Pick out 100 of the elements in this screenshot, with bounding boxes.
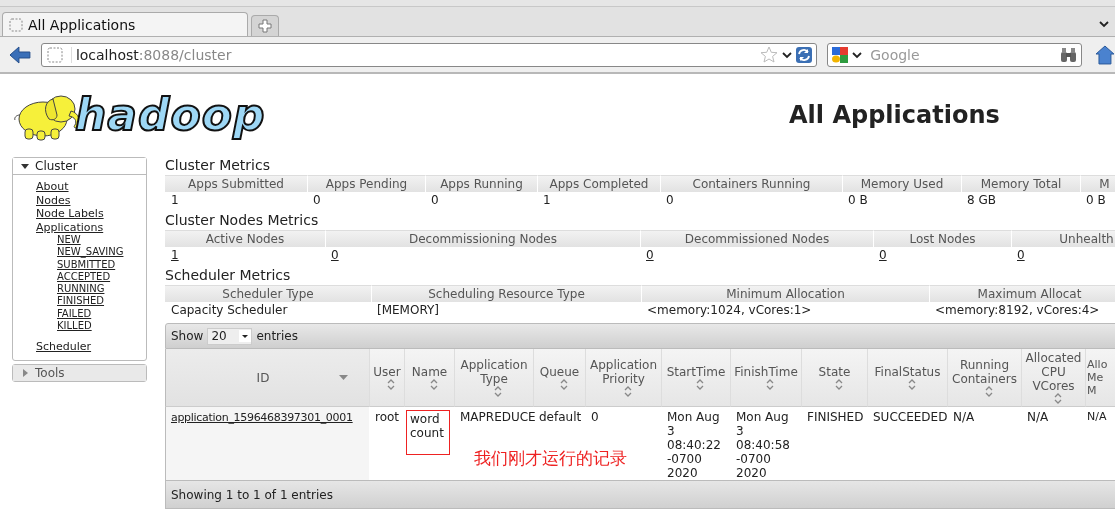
page-title: All Applications bbox=[789, 100, 1000, 129]
url-text: localhost:8088/cluster bbox=[75, 46, 232, 63]
column-header[interactable]: Running Containers bbox=[947, 349, 1021, 407]
column-header[interactable]: Queue bbox=[533, 349, 585, 407]
chevron-down-icon[interactable] bbox=[852, 50, 863, 59]
metric-value: 0 bbox=[313, 193, 321, 207]
metric-link[interactable]: 0 bbox=[331, 248, 339, 262]
sidebar-sublink[interactable]: FAILED bbox=[57, 307, 92, 321]
table-cell-text: Mon Aug 3 08:40:58 -0700 2020 bbox=[736, 410, 791, 480]
page-size-dropdown[interactable]: 20 bbox=[207, 327, 253, 345]
table-cell: MAPREDUCE bbox=[460, 410, 536, 424]
metric-value: 1 bbox=[171, 193, 179, 207]
reload-icon[interactable] bbox=[796, 46, 813, 63]
table-cell: root bbox=[375, 410, 400, 424]
sidebar-sublink[interactable]: SUBMITTED bbox=[57, 258, 116, 271]
column-header[interactable]: FinalStatus bbox=[867, 349, 947, 407]
metric-value: 0 bbox=[666, 193, 674, 207]
table-cell: default bbox=[539, 410, 582, 424]
metric-value: 0 bbox=[431, 193, 439, 207]
browser-tab[interactable]: All Applications bbox=[2, 12, 248, 36]
metric-value: 1 bbox=[543, 193, 551, 207]
section-title: Cluster Metrics bbox=[165, 156, 271, 175]
metric-link[interactable]: 0 bbox=[646, 248, 654, 262]
column-header: Containers Running bbox=[660, 175, 842, 192]
column-header[interactable]: State bbox=[801, 349, 867, 407]
sidebar-section-header[interactable]: Cluster bbox=[13, 158, 146, 175]
column-header: Active Nodes bbox=[165, 230, 325, 247]
chevron-down-icon[interactable] bbox=[782, 50, 793, 59]
metric-link[interactable]: 0 bbox=[879, 248, 887, 262]
sidebar-sublink[interactable]: FINISHED bbox=[57, 295, 105, 308]
table-cell: SUCCEEDED bbox=[873, 410, 948, 424]
column-header: Unhealth bbox=[1011, 230, 1115, 247]
column-header: Apps Running bbox=[425, 175, 537, 192]
table-cell-text: Mon Aug 3 08:40:22 -0700 2020 bbox=[667, 410, 722, 480]
entries-info: Showing 1 to 1 of 1 entries bbox=[171, 487, 333, 502]
column-header[interactable]: User bbox=[369, 349, 404, 407]
metric-link[interactable]: 0 bbox=[1017, 248, 1025, 262]
search-placeholder: Google bbox=[870, 46, 920, 63]
chevron-down-icon[interactable] bbox=[1099, 20, 1109, 28]
column-header[interactable]: Application Type bbox=[454, 349, 533, 407]
table-cell: 0 bbox=[591, 410, 599, 424]
google-icon[interactable] bbox=[832, 46, 849, 63]
table-cell: N/A bbox=[953, 410, 975, 424]
caret-down-icon bbox=[21, 162, 29, 170]
sidebar-sublink[interactable]: ACCEPTED bbox=[57, 270, 111, 284]
entries-label: entries bbox=[256, 329, 298, 343]
metric-value: <memory:1024, vCores:1> bbox=[647, 303, 812, 317]
back-icon[interactable] bbox=[9, 45, 31, 64]
metric-value: Capacity Scheduler bbox=[171, 303, 288, 317]
sidebar-link[interactable]: Node Labels bbox=[36, 207, 104, 221]
column-header[interactable]: Allocated CPU VCores bbox=[1021, 349, 1085, 407]
table-cell: FINISHED bbox=[807, 410, 864, 424]
sidebar-link[interactable]: About bbox=[36, 180, 69, 194]
metric-value: 0 B bbox=[1086, 193, 1106, 207]
column-header[interactable]: FinishTime bbox=[730, 349, 801, 407]
annotation-text: 我们刚才运行的记录 bbox=[474, 447, 627, 470]
binoculars-icon[interactable] bbox=[1060, 46, 1078, 63]
column-header: Decommissioning Nodes bbox=[325, 230, 640, 247]
metric-link[interactable]: 1 bbox=[171, 248, 179, 262]
column-header: Decommissioned Nodes bbox=[640, 230, 873, 247]
metric-value: 0 B bbox=[848, 193, 868, 207]
plus-icon bbox=[258, 19, 272, 33]
table-cell: word count bbox=[406, 410, 450, 455]
metric-value: [MEMORY] bbox=[377, 303, 439, 317]
sidebar-sublink[interactable]: NEW bbox=[57, 234, 81, 247]
application-link[interactable]: application_1596468397301_0001 bbox=[171, 411, 353, 424]
new-tab-button[interactable] bbox=[251, 15, 279, 36]
caret-right-icon bbox=[21, 368, 29, 377]
column-header: Minimum Allocation bbox=[641, 285, 929, 302]
table-cell: N/A bbox=[1027, 410, 1049, 424]
column-header: Apps Submitted bbox=[165, 175, 307, 192]
sidebar-link[interactable]: Applications bbox=[36, 220, 104, 234]
metric-value: <memory:8192, vCores:4> bbox=[935, 303, 1100, 317]
section-title: Cluster Nodes Metrics bbox=[165, 211, 320, 230]
logo-text: hadoop bbox=[75, 92, 266, 137]
sidebar-sublink[interactable]: KILLED bbox=[57, 320, 92, 333]
column-header: Maximum Allocat bbox=[929, 285, 1115, 302]
page-icon bbox=[9, 17, 23, 32]
column-header: M bbox=[1080, 175, 1115, 192]
sidebar-sublink[interactable]: NEW_SAVING bbox=[57, 246, 124, 259]
column-header: Scheduling Resource Type bbox=[371, 285, 641, 302]
show-label: Show bbox=[171, 329, 204, 343]
column-header: Memory Total bbox=[961, 175, 1080, 192]
sidebar-link[interactable]: Scheduler bbox=[36, 340, 92, 354]
sidebar-sublink[interactable]: RUNNING bbox=[57, 283, 105, 296]
column-header: Scheduler Type bbox=[165, 285, 371, 302]
metric-value: 8 GB bbox=[967, 193, 996, 207]
column-header[interactable]: Allo Me M bbox=[1085, 349, 1115, 407]
sidebar-link[interactable]: Nodes bbox=[36, 193, 71, 207]
column-header[interactable]: Application Priority bbox=[585, 349, 661, 407]
column-header[interactable]: Name bbox=[404, 349, 454, 407]
column-header: Apps Completed bbox=[537, 175, 660, 192]
column-header[interactable]: StartTime bbox=[661, 349, 730, 407]
star-icon[interactable] bbox=[760, 45, 779, 64]
column-header[interactable]: ID bbox=[165, 349, 369, 407]
address-field[interactable]: localhost:8088/cluster bbox=[40, 42, 818, 67]
home-icon[interactable] bbox=[1095, 44, 1115, 65]
sidebar-section-header[interactable]: Tools bbox=[13, 364, 146, 381]
section-title: Scheduler Metrics bbox=[165, 266, 292, 285]
column-header: Memory Used bbox=[842, 175, 961, 192]
